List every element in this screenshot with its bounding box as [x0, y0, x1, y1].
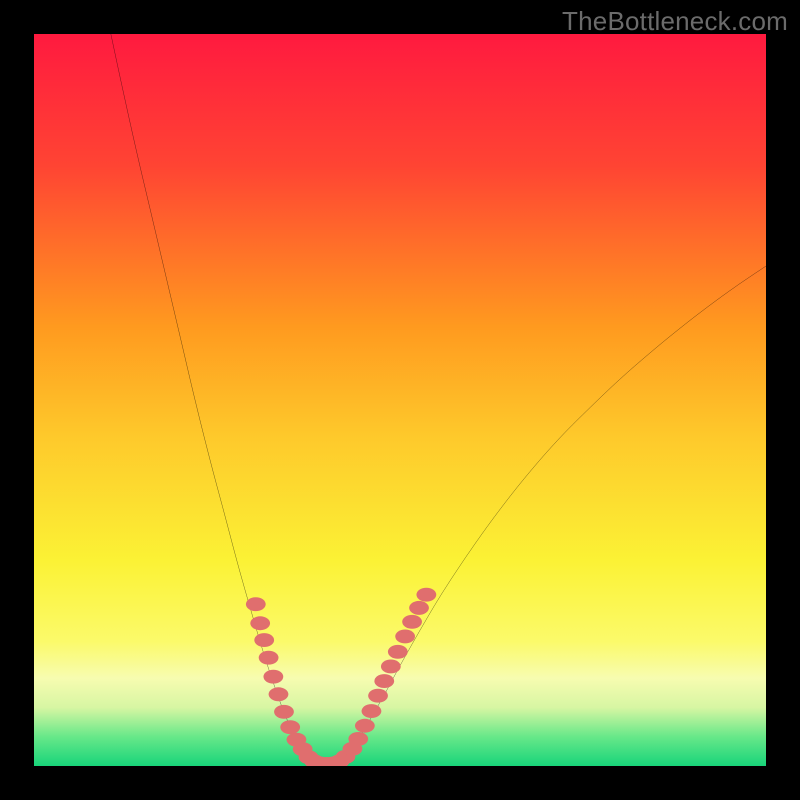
highlight-dot — [348, 732, 368, 746]
highlight-dot — [263, 670, 283, 684]
highlight-dot — [416, 588, 436, 602]
watermark-text: TheBottleneck.com — [562, 6, 788, 37]
highlight-dot — [409, 601, 429, 615]
highlight-dot — [395, 629, 415, 643]
highlight-dot — [259, 651, 279, 665]
highlight-dot — [254, 633, 274, 647]
highlight-dot — [280, 720, 300, 734]
highlight-dot — [362, 704, 382, 718]
highlight-dot — [269, 687, 289, 701]
highlight-dot — [368, 689, 388, 703]
highlight-dot — [246, 597, 266, 611]
highlight-dot — [250, 616, 270, 630]
highlight-dot — [402, 615, 422, 629]
highlight-dot — [355, 719, 375, 733]
highlight-dot — [388, 645, 408, 659]
highlight-dot — [381, 659, 401, 673]
chart-svg — [34, 34, 766, 766]
chart-frame: TheBottleneck.com — [0, 0, 800, 800]
plot-area — [34, 34, 766, 766]
highlight-dot — [374, 674, 394, 688]
highlight-dot — [274, 705, 294, 719]
